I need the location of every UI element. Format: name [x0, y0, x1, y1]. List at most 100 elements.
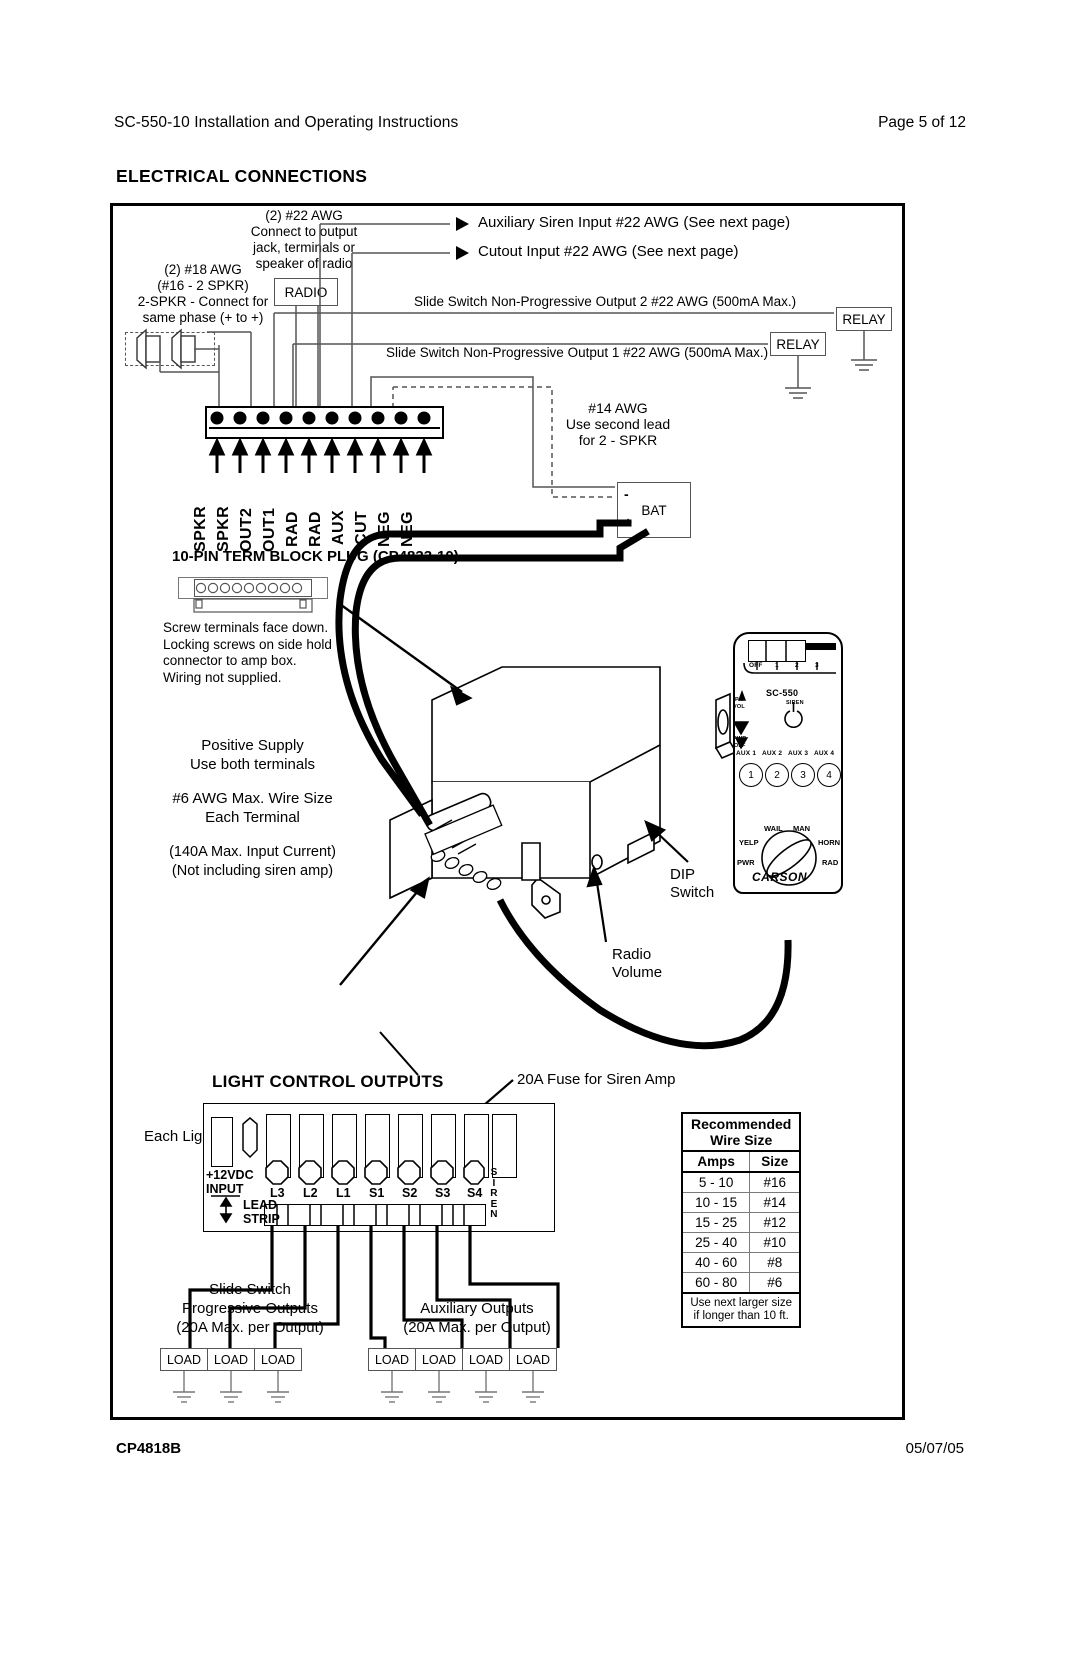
- input-current-note: (140A Max. Input Current) (Not including…: [169, 844, 336, 879]
- document-footer-left: CP4818B: [116, 1440, 182, 1457]
- dial-label-rad: RAD: [822, 858, 839, 867]
- table-row: 5 - 10 #16: [681, 1171, 801, 1193]
- terminal-label-s2: S2: [402, 1186, 418, 1200]
- pin-label: RAD: [284, 511, 301, 547]
- load-box: LOAD: [207, 1348, 255, 1371]
- aux-button-1[interactable]: 1: [739, 763, 763, 787]
- table-row: 15 - 25 #12: [681, 1212, 801, 1233]
- document-header-right: Page 5 of 12: [878, 114, 966, 131]
- fuse-l2: [299, 1114, 324, 1178]
- awg14-note: #14 AWG Use second lead for 2 - SPKR: [565, 400, 671, 448]
- aux-label-2: AUX 2: [762, 750, 783, 757]
- load-box: LOAD: [509, 1348, 557, 1371]
- volume-label: VOL: [733, 704, 745, 710]
- fuse-s2: [398, 1114, 423, 1178]
- battery-label: BAT: [641, 502, 667, 518]
- table-row: 25 - 40 #10: [681, 1232, 801, 1253]
- input-label: +12VDC INPUT: [206, 1168, 254, 1196]
- volume-off-label: OFF: [734, 743, 746, 749]
- slide-tick-off: OFF: [749, 662, 763, 669]
- pin-label: SPKR: [192, 505, 209, 552]
- dial-label-wail: WAIL: [764, 824, 783, 833]
- document-footer-right: 05/07/05: [905, 1440, 964, 1457]
- wire-table-col-size: Size: [749, 1150, 801, 1173]
- aux-label-1: AUX 1: [736, 750, 757, 757]
- wire-table-note: Use next larger size if longer than 10 f…: [681, 1292, 801, 1328]
- relay1-label: RELAY: [776, 336, 820, 352]
- fuse-s3: [431, 1114, 456, 1178]
- volume-pwr-label: PWR: [733, 736, 747, 742]
- cutout-arrow-icon: [456, 246, 469, 260]
- cutout-input-label: Cutout Input #22 AWG (See next page): [478, 243, 739, 260]
- progressive-outputs-label: Slide Switch Progressive Outputs (20A Ma…: [176, 1281, 324, 1336]
- term-plug-body: [194, 579, 312, 597]
- pin-label: NEG: [376, 511, 393, 547]
- fuse-l1: [332, 1114, 357, 1178]
- page-title: ELECTRICAL CONNECTIONS: [116, 166, 368, 186]
- term-block-note: Screw terminals face down. Locking screw…: [163, 620, 332, 685]
- siren-vertical-label: SIREN: [490, 1167, 498, 1220]
- pin-label: RAD: [307, 511, 324, 547]
- terminal-strip: [205, 406, 444, 439]
- load-box: LOAD: [462, 1348, 510, 1371]
- positive-supply-note: Positive Supply Use both terminals: [189, 737, 316, 773]
- slide-output2-label: Slide Switch Non-Progressive Output 2 #2…: [414, 294, 797, 309]
- pin-label: CUT: [353, 510, 370, 545]
- aux-label-4: AUX 4: [814, 750, 835, 757]
- dial-label-man: MAN: [793, 824, 811, 833]
- slide-output1-label: Slide Switch Non-Progressive Output 1 #2…: [386, 345, 769, 360]
- slide-tick-2: 2: [795, 662, 799, 669]
- document-header-left: SC-550-10 Installation and Operating Ins…: [114, 114, 459, 131]
- fuse-l3: [266, 1114, 291, 1178]
- page-root: SC-550-10 Installation and Operating Ins…: [0, 0, 1080, 1669]
- load-box: LOAD: [415, 1348, 463, 1371]
- pin-label: SPKR: [215, 505, 232, 552]
- aux-label-3: AUX 3: [788, 750, 809, 757]
- load-box: LOAD: [368, 1348, 416, 1371]
- table-row: 10 - 15 #14: [681, 1192, 801, 1213]
- dial-label-yelp: YELP: [739, 838, 759, 847]
- dial-label-horn: HORN: [818, 838, 841, 847]
- load-box: LOAD: [254, 1348, 302, 1371]
- aux-button-4[interactable]: 4: [817, 763, 841, 787]
- fuse-s4: [464, 1114, 489, 1178]
- pin-label: OUT2: [238, 507, 255, 552]
- wire-table-title: Recommended Wire Size: [681, 1112, 801, 1152]
- speaker-group-dashed: [125, 332, 215, 366]
- battery-positive-terminal: +: [624, 514, 633, 530]
- aux-button-2[interactable]: 2: [765, 763, 789, 787]
- siren-knob-label: SIREN: [786, 700, 804, 706]
- lead-strip-bar: [264, 1204, 486, 1226]
- light-control-title: LIGHT CONTROL OUTPUTS: [212, 1072, 444, 1091]
- relay-box-1: RELAY: [770, 332, 826, 356]
- load-box: LOAD: [160, 1348, 208, 1371]
- slide-tick-1: 1: [775, 662, 779, 669]
- radio-label: RADIO: [284, 284, 328, 300]
- terminal-label-l2: L2: [303, 1186, 318, 1200]
- relay-box-2: RELAY: [836, 307, 892, 331]
- input-lug: [211, 1117, 233, 1167]
- volume-pa-label: PA: [735, 697, 743, 703]
- remote-model-label: SC-550: [766, 688, 799, 698]
- recommended-wire-size-table: Recommended Wire Size Amps Size 5 - 10 #1…: [681, 1112, 802, 1328]
- lead-strip-label: LEAD STRIP: [243, 1198, 280, 1226]
- pin-label: AUX: [330, 510, 347, 545]
- relay2-label: RELAY: [842, 311, 886, 327]
- wire-table-col-amps: Amps: [681, 1150, 751, 1173]
- aux-siren-arrow-icon: [456, 217, 469, 231]
- table-row: 60 - 80 #6: [681, 1272, 801, 1294]
- dial-label-pwr: PWR: [737, 858, 755, 867]
- dip-switch-label: DIP Switch: [670, 866, 715, 901]
- pin-label: OUT1: [261, 507, 278, 552]
- terminal-label-s1: S1: [369, 1186, 385, 1200]
- slide-tick-3: 3: [815, 662, 819, 669]
- auxiliary-outputs-label: Auxiliary Outputs (20A Max. per Output): [403, 1300, 551, 1336]
- siren-fuse-note: 20A Fuse for Siren Amp: [517, 1071, 676, 1088]
- terminal-label-s4: S4: [467, 1186, 483, 1200]
- awg18-note: (2) #18 AWG (#16 - 2 SPKR) 2-SPKR - Conn…: [137, 262, 269, 325]
- table-row: 40 - 60 #8: [681, 1252, 801, 1273]
- term-block-title: 10-PIN TERM BLOCK PLUG (CP4833-10): [172, 548, 459, 565]
- pin-label: NEG: [399, 511, 416, 547]
- aux-button-3[interactable]: 3: [791, 763, 815, 787]
- aux-siren-input-label: Auxiliary Siren Input #22 AWG (See next …: [478, 214, 791, 231]
